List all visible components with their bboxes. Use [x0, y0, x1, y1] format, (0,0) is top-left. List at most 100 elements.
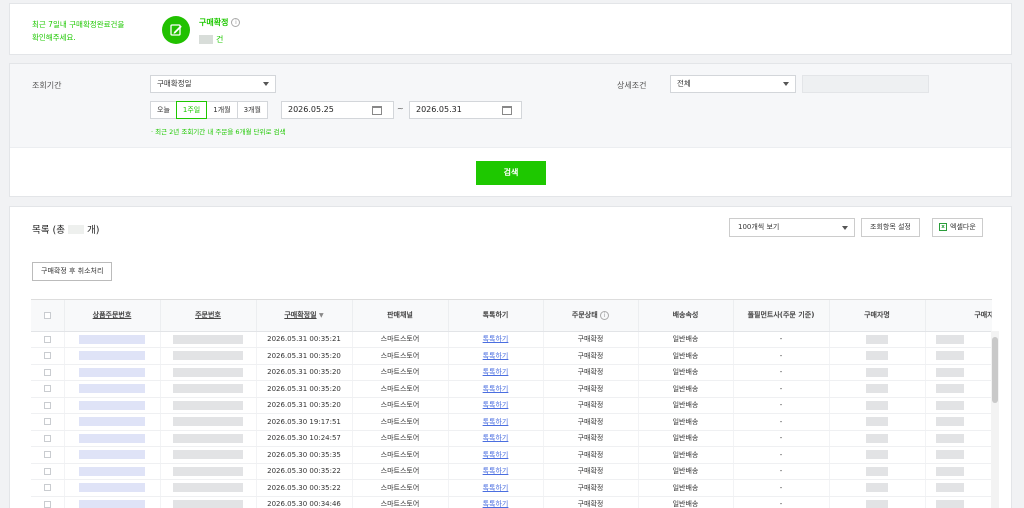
talktalk-link-cell[interactable]: 톡톡하기	[448, 331, 544, 348]
select-all-checkbox[interactable]	[31, 300, 65, 332]
info-icon[interactable]: i	[600, 311, 610, 321]
col-product-order-no[interactable]: 상품주문번호	[64, 300, 161, 332]
talktalk-link[interactable]: 톡톡하기	[483, 451, 509, 459]
row-checkbox[interactable]	[31, 496, 65, 508]
product-order-no-cell[interactable]	[64, 380, 161, 398]
col-label: 주문상태	[571, 311, 598, 320]
range-button-1month[interactable]: 1개월	[206, 101, 238, 119]
product-order-no-cell[interactable]	[64, 364, 161, 381]
row-checkbox[interactable]	[31, 347, 65, 365]
row-checkbox[interactable]	[31, 331, 65, 348]
order-no-cell[interactable]	[160, 347, 257, 365]
col-fulfillment: 풀필먼트사(주문 기준)	[733, 300, 830, 332]
product-order-no-cell[interactable]	[64, 331, 161, 348]
range-button-today[interactable]: 오늘	[150, 101, 177, 119]
talktalk-link[interactable]: 톡톡하기	[483, 500, 509, 508]
talktalk-link[interactable]: 톡톡하기	[483, 467, 509, 475]
talktalk-link-cell[interactable]: 톡톡하기	[448, 463, 544, 480]
table-row[interactable]: 2026.05.30 00:34:46 스마트스토어 톡톡하기 구매확정 일반배송 -	[31, 496, 992, 508]
summary-count[interactable]: 건	[199, 34, 223, 45]
talktalk-link-cell[interactable]: 톡톡하기	[448, 430, 544, 447]
order-no-cell[interactable]	[160, 496, 257, 508]
info-icon[interactable]: i	[231, 18, 241, 27]
product-order-no-cell[interactable]	[64, 347, 161, 365]
row-checkbox[interactable]	[31, 364, 65, 381]
table-row[interactable]: 2026.05.30 00:35:22 스마트스토어 톡톡하기 구매확정 일반배송 -	[31, 463, 992, 480]
order-no-cell[interactable]	[160, 380, 257, 398]
search-button[interactable]: 검색	[476, 161, 546, 185]
order-no-cell[interactable]	[160, 430, 257, 447]
order-no-cell[interactable]	[160, 364, 257, 381]
order-no-cell[interactable]	[160, 397, 257, 414]
col-order-no[interactable]: 주문번호	[160, 300, 257, 332]
column-setting-button[interactable]: 조회항목 설정	[861, 218, 920, 237]
row-checkbox[interactable]	[31, 413, 65, 431]
talktalk-link-cell[interactable]: 톡톡하기	[448, 446, 544, 464]
table-row[interactable]: 2026.05.31 00:35:20 스마트스토어 톡톡하기 구매확정 일반배송 -	[31, 364, 992, 381]
talktalk-link[interactable]: 톡톡하기	[483, 335, 509, 343]
talktalk-link[interactable]: 톡톡하기	[483, 368, 509, 376]
product-order-no-cell[interactable]	[64, 413, 161, 431]
order-no-cell[interactable]	[160, 479, 257, 497]
summary-note-line1: 최근 7일내 구매확정완료건을	[32, 20, 125, 29]
range-button-3month[interactable]: 3개월	[236, 101, 268, 119]
table-scrollbar[interactable]	[991, 331, 999, 508]
row-checkbox[interactable]	[31, 397, 65, 414]
order-no-cell[interactable]	[160, 463, 257, 480]
period-type-select[interactable]: 구매확정일	[150, 75, 276, 93]
calendar-icon[interactable]	[496, 102, 518, 118]
table-row[interactable]: 2026.05.30 00:35:22 스마트스토어 톡톡하기 구매확정 일반배송 -	[31, 479, 992, 497]
row-checkbox[interactable]	[31, 479, 65, 497]
product-order-no-cell[interactable]	[64, 479, 161, 497]
table-row[interactable]: 2026.05.31 00:35:20 스마트스토어 톡톡하기 구매확정 일반배송 -	[31, 380, 992, 398]
talktalk-link-cell[interactable]: 톡톡하기	[448, 364, 544, 381]
talktalk-link-cell[interactable]: 톡톡하기	[448, 380, 544, 398]
excel-download-button[interactable]: x 엑셀다운	[932, 218, 983, 237]
order-no-cell[interactable]	[160, 413, 257, 431]
talktalk-link[interactable]: 톡톡하기	[483, 385, 509, 393]
order-no-cell[interactable]	[160, 331, 257, 348]
redacted-value	[935, 417, 964, 427]
col-sales-channel: 판매채널	[352, 300, 449, 332]
redacted-value	[935, 400, 964, 410]
table-row[interactable]: 2026.05.31 00:35:20 스마트스토어 톡톡하기 구매확정 일반배송 -	[31, 347, 992, 365]
talktalk-link[interactable]: 톡톡하기	[483, 484, 509, 492]
row-checkbox[interactable]	[31, 380, 65, 398]
table-row[interactable]: 2026.05.31 00:35:21 스마트스토어 톡톡하기 구매확정 일반배송 -	[31, 331, 992, 348]
product-order-no-cell[interactable]	[64, 446, 161, 464]
talktalk-link-cell[interactable]: 톡톡하기	[448, 496, 544, 508]
cancel-after-confirm-button[interactable]: 구매확정 후 취소처리	[32, 262, 113, 281]
talktalk-link[interactable]: 톡톡하기	[483, 352, 509, 360]
delivery-type-cell: 일반배송	[638, 446, 734, 464]
order-no-cell[interactable]	[160, 446, 257, 464]
row-checkbox[interactable]	[31, 463, 65, 480]
calendar-icon[interactable]	[366, 102, 388, 118]
product-order-no-cell[interactable]	[64, 397, 161, 414]
product-order-no-cell[interactable]	[64, 463, 161, 480]
table-row[interactable]: 2026.05.30 19:17:51 스마트스토어 톡톡하기 구매확정 일반배송 -	[31, 413, 992, 431]
talktalk-link-cell[interactable]: 톡톡하기	[448, 347, 544, 365]
talktalk-link-cell[interactable]: 톡톡하기	[448, 413, 544, 431]
row-checkbox[interactable]	[31, 446, 65, 464]
product-order-no-cell[interactable]	[64, 496, 161, 508]
range-button-1week[interactable]: 1주일	[175, 101, 208, 119]
row-checkbox[interactable]	[31, 430, 65, 447]
table-row[interactable]: 2026.05.30 10:24:57 스마트스토어 톡톡하기 구매확정 일반배송 -	[31, 430, 992, 447]
scrollbar-thumb[interactable]	[992, 337, 998, 403]
table-row[interactable]: 2026.05.31 00:35:20 스마트스토어 톡톡하기 구매확정 일반배송 -	[31, 397, 992, 414]
detail-keyword-input[interactable]	[802, 75, 929, 93]
talktalk-link-cell[interactable]: 톡톡하기	[448, 397, 544, 414]
col-confirm-date[interactable]: 구매확정일 ▼	[256, 300, 353, 332]
summary-title[interactable]: 구매확정 i	[199, 17, 241, 28]
talktalk-link[interactable]: 톡톡하기	[483, 434, 509, 442]
purchase-confirm-summary: 최근 7일내 구매확정완료건을 확인해주세요. 구매확정 i 건	[9, 3, 1012, 55]
redacted-value	[935, 351, 964, 361]
page-size-select[interactable]: 100개씩 보기	[729, 218, 855, 237]
talktalk-link[interactable]: 톡톡하기	[483, 401, 509, 409]
product-order-no-cell[interactable]	[64, 430, 161, 447]
buyer-name-cell	[829, 347, 926, 365]
talktalk-link[interactable]: 톡톡하기	[483, 418, 509, 426]
talktalk-link-cell[interactable]: 톡톡하기	[448, 479, 544, 497]
detail-condition-select[interactable]: 전체	[670, 75, 796, 93]
table-row[interactable]: 2026.05.30 00:35:35 스마트스토어 톡톡하기 구매확정 일반배송 -	[31, 446, 992, 464]
